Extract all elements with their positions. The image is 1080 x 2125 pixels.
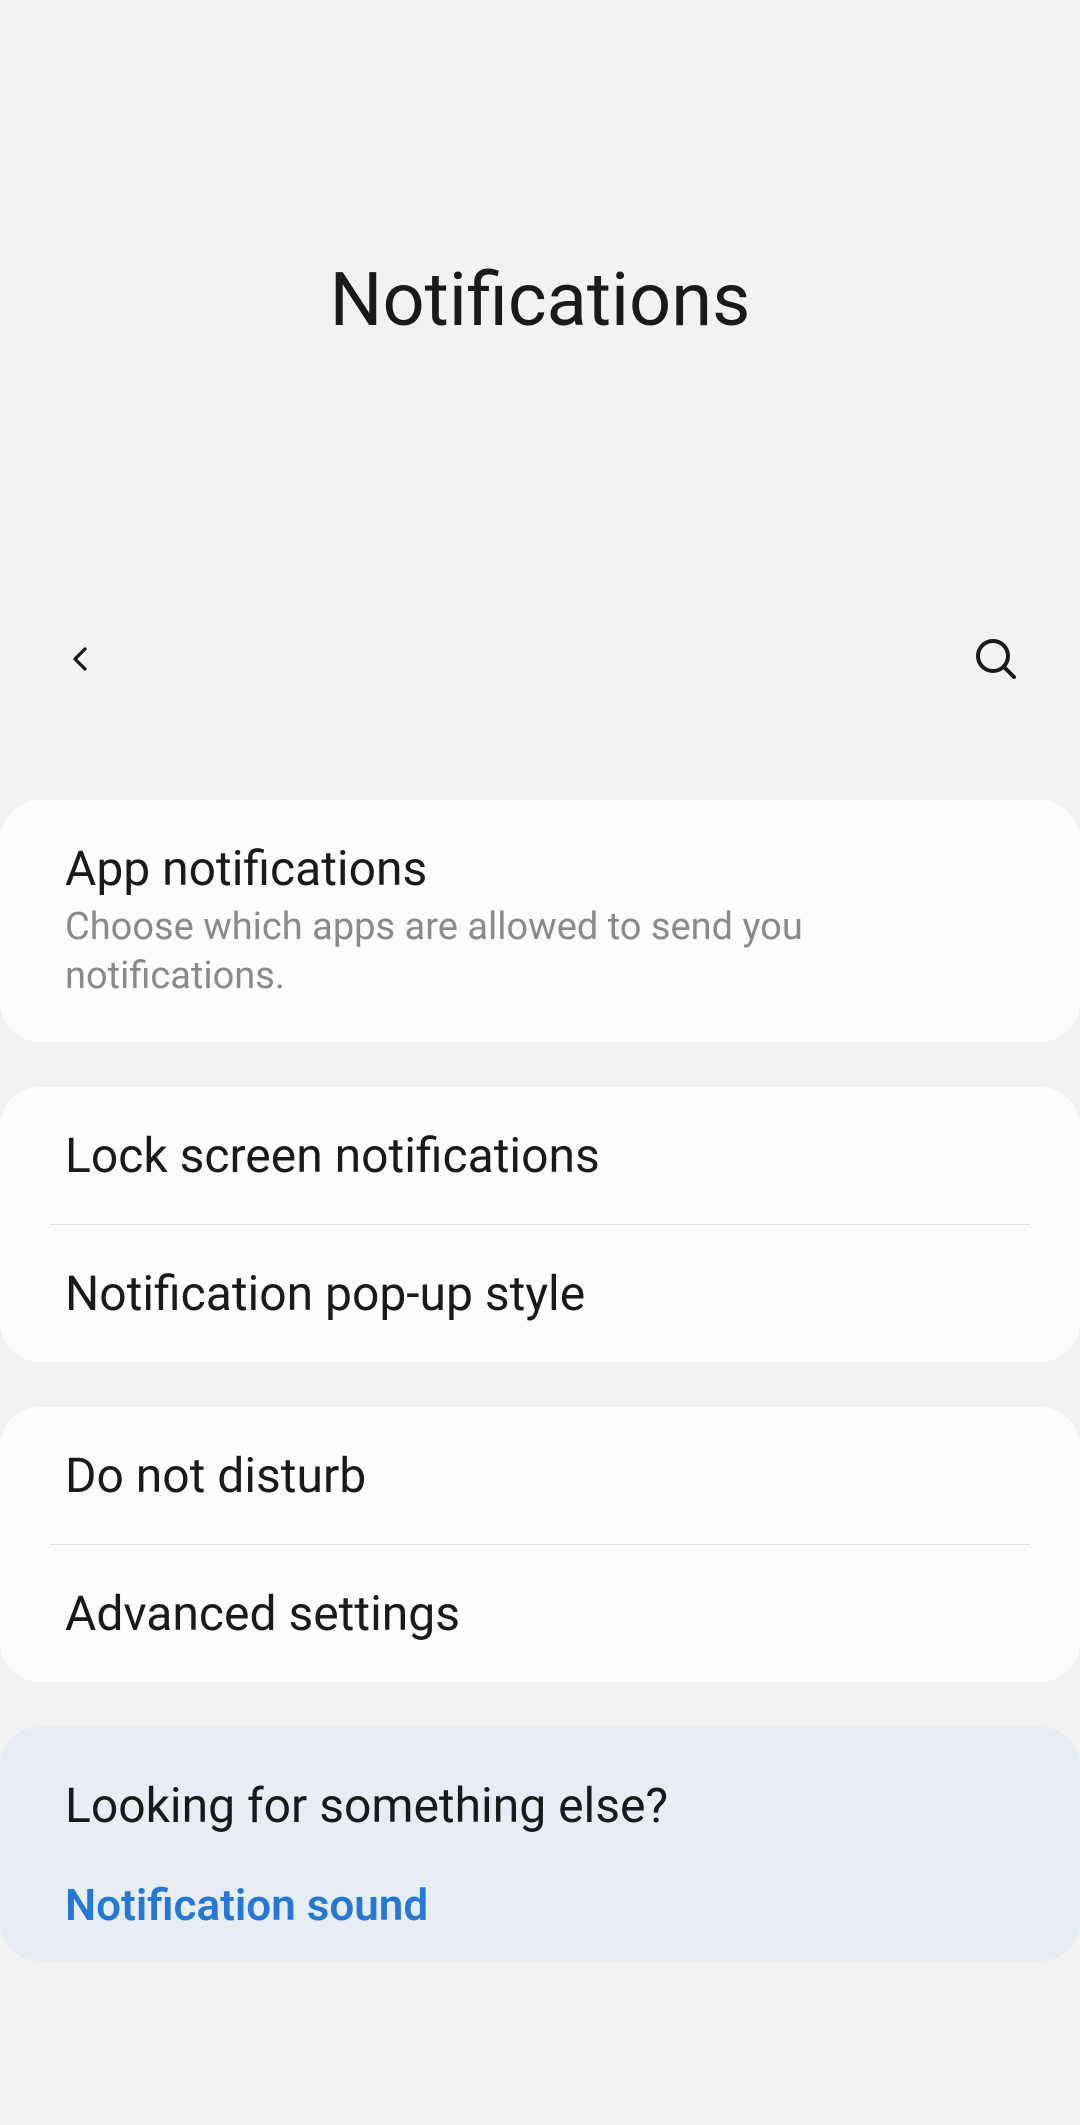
chevron-left-icon bbox=[60, 639, 100, 682]
list-item-title: Do not disturb bbox=[65, 1447, 1015, 1504]
toolbar bbox=[0, 600, 1080, 720]
list-item-title: Lock screen notifications bbox=[65, 1127, 1015, 1184]
page-title: Notifications bbox=[330, 257, 751, 344]
search-button[interactable] bbox=[962, 625, 1030, 696]
info-link-notification-sound[interactable]: Notification sound bbox=[65, 1879, 1015, 1931]
info-card: Looking for something else? Notification… bbox=[0, 1727, 1080, 1961]
list-item-do-not-disturb[interactable]: Do not disturb bbox=[0, 1407, 1080, 1544]
list-item-title: Notification pop-up style bbox=[65, 1265, 1015, 1322]
content: App notifications Choose which apps are … bbox=[0, 800, 1080, 1961]
list-item-title: App notifications bbox=[65, 840, 1015, 897]
info-title: Looking for something else? bbox=[65, 1777, 1015, 1834]
list-item-subtitle: Choose which apps are allowed to send yo… bbox=[65, 903, 1015, 1002]
search-icon bbox=[972, 635, 1020, 686]
card-display-group: Lock screen notifications Notification p… bbox=[0, 1087, 1080, 1362]
back-button[interactable] bbox=[50, 629, 110, 692]
list-item-app-notifications[interactable]: App notifications Choose which apps are … bbox=[0, 800, 1080, 1042]
list-item-lock-screen-notifications[interactable]: Lock screen notifications bbox=[0, 1087, 1080, 1224]
list-item-title: Advanced settings bbox=[65, 1585, 1015, 1642]
card-app-notifications: App notifications Choose which apps are … bbox=[0, 800, 1080, 1042]
list-item-notification-popup-style[interactable]: Notification pop-up style bbox=[0, 1225, 1080, 1362]
list-item-advanced-settings[interactable]: Advanced settings bbox=[0, 1545, 1080, 1682]
card-settings-group: Do not disturb Advanced settings bbox=[0, 1407, 1080, 1682]
header-area: Notifications bbox=[0, 0, 1080, 600]
